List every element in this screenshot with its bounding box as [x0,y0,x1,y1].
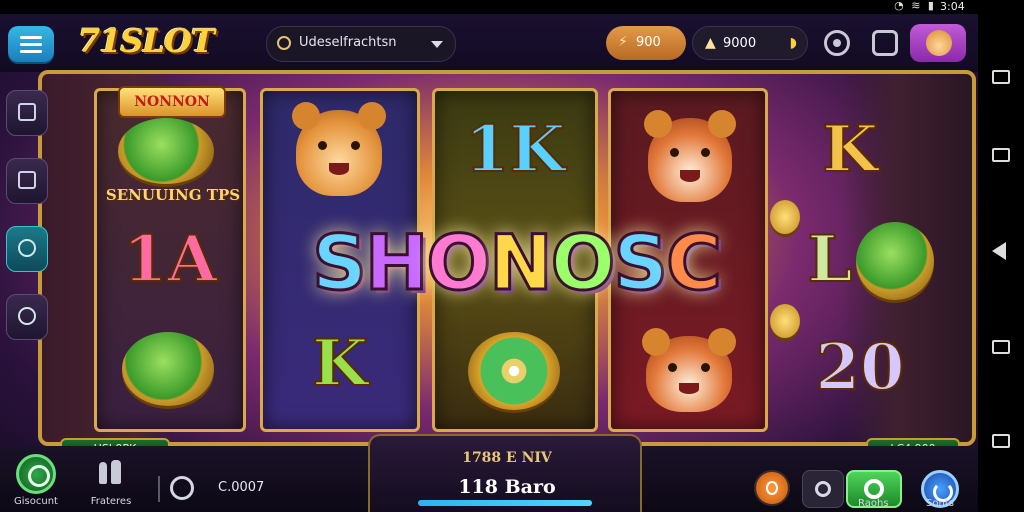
win-info-line2: 118 Baro [458,476,556,498]
fox-symbol-2 [642,328,736,412]
bet-icon[interactable] [170,476,194,500]
slot-game: 71SLOT Udeselfrachtsn ⚡ 900 ▲ 9000 ◗ NON… [0,14,978,512]
win-letter: S [612,217,670,309]
win-letter: H [363,217,430,309]
symbol-1k: 1K [464,112,566,187]
coin-icon [277,36,291,50]
android-nav-bar [978,14,1024,512]
recents-icon[interactable] [992,148,1010,162]
game-logo: 71SLOT [78,22,215,60]
chat-icon [18,171,36,189]
coin-value: 9000 [723,36,757,51]
wheel-symbol [468,332,560,410]
win-letter: C [665,217,724,309]
side-button-bonus[interactable] [6,226,48,272]
star-coin-symbol [856,222,934,300]
coin-balance[interactable]: ▲ 9000 ◗ [692,26,808,60]
spin-label: Raohs [858,498,889,509]
status-clock: 3:04 [940,0,965,13]
settings-icon[interactable] [824,30,850,56]
divider [158,476,160,502]
autoplay-label: Sonts [926,498,954,509]
fox-symbol [644,110,736,202]
energy-balance[interactable]: ⚡ 900 [606,26,686,60]
hamster-symbol [292,102,386,196]
progress-bar [418,500,592,506]
reel-coin-symbol-2 [122,332,214,406]
bonus-button[interactable] [754,470,790,506]
options-icon [18,307,36,325]
win-letter: S [311,217,369,309]
fullscreen-icon[interactable] [872,30,898,56]
reel-coin-symbol [118,118,214,184]
selector-label: Udeselfrachtsn [299,35,397,50]
symbol-l: L [807,222,854,297]
symbol-k: K [311,326,369,401]
grid-icon [18,103,36,121]
reel-label: SENUUING TPS [105,186,241,204]
side-button-chat[interactable] [6,158,48,204]
screenshot-icon[interactable] [992,340,1010,354]
gold-icon: ▲ [705,35,716,51]
back-icon[interactable] [992,242,1006,260]
reel-banner: NONNON [118,86,226,118]
symbol-k-gold: K [821,112,879,187]
symbol-20: 20 [814,330,905,405]
search-icon [16,454,56,494]
top-bar: 71SLOT Udeselfrachtsn ⚡ 900 ▲ 9000 ◗ [0,14,978,72]
win-letter: O [549,217,617,309]
win-letter: O [425,217,493,309]
profile-button[interactable] [910,24,966,62]
win-banner-text: SHONOSC [266,217,766,309]
menu-button[interactable] [8,26,54,62]
side-button-grid[interactable] [6,90,48,136]
progress-fill [418,500,592,506]
game-selector-dropdown[interactable]: Udeselfrachtsn [266,26,456,62]
add-coin-icon: ◗ [789,35,797,51]
bet-value: C.0007 [218,480,265,495]
bonus-icon [18,239,36,257]
gold-coin-small [770,200,800,234]
bolt-icon: ⚡ [618,34,628,50]
players-label: Frateres [90,496,132,507]
home-icon[interactable] [992,434,1010,448]
status-icons: ◔ ≋ ▮ [894,0,936,12]
game-settings-button[interactable] [802,470,844,508]
chevron-down-icon [431,41,443,48]
discount-button[interactable]: Gisocunt [10,454,62,507]
symbol-1a: 1A [122,222,218,297]
side-button-options[interactable] [6,294,48,340]
players-icon [91,454,131,494]
win-info-line1: 1788 E NIV [462,450,552,466]
status-bar: ◔ ≋ ▮ 3:04 [0,0,1024,14]
rotate-icon[interactable] [992,70,1010,84]
avatar [926,30,952,56]
energy-value: 900 [636,35,661,50]
gold-coin-small-2 [770,304,800,338]
win-letter: N [488,217,555,309]
players-button[interactable]: Frateres [86,454,136,507]
discount-label: Gisocunt [14,496,58,507]
